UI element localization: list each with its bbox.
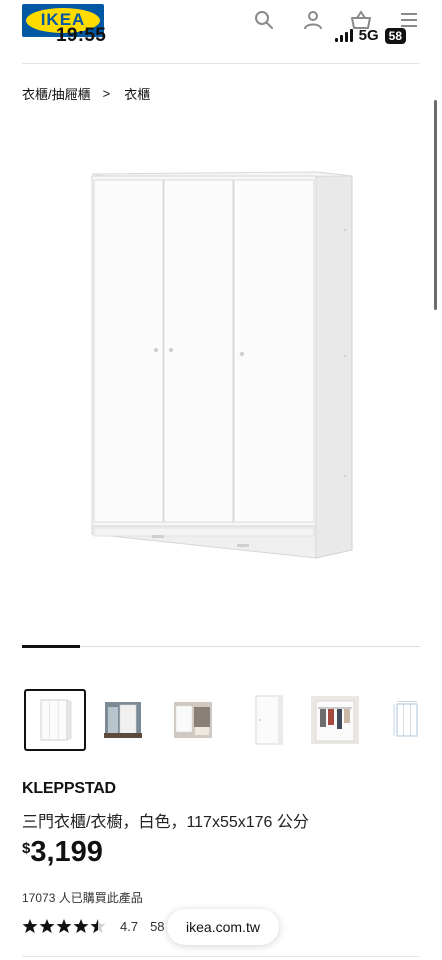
battery-icon: 58: [384, 27, 406, 44]
breadcrumb-separator: >: [102, 86, 111, 101]
rating-stars: [22, 918, 108, 934]
carousel-position-indicator[interactable]: [22, 645, 80, 648]
browser-url-bar[interactable]: ikea.com.tw: [167, 909, 279, 945]
product-name: KLEPPSTAD: [22, 780, 116, 797]
wardrobe-illustration: [91, 171, 353, 559]
purchase-count: 17073 人已購買此產品: [22, 891, 143, 905]
thumbnail-6[interactable]: [376, 689, 438, 751]
user-icon[interactable]: [301, 8, 325, 32]
page-scrollbar[interactable]: [434, 100, 437, 310]
network-label: 5G: [358, 27, 379, 44]
status-time: 19:55: [56, 25, 107, 46]
product-description: 三門衣櫃/衣櫥，白色，117x55x176 公分: [22, 814, 309, 831]
thumbnail-4[interactable]: [238, 689, 300, 751]
breadcrumb: 衣櫃/抽屜櫃 > 衣櫃: [22, 84, 150, 103]
header-divider: [22, 63, 420, 64]
star-icons: [22, 919, 106, 933]
price-currency: $: [22, 840, 31, 857]
product-main-image[interactable]: [22, 130, 420, 610]
breadcrumb-item-category[interactable]: 衣櫃/抽屜櫃: [22, 84, 91, 103]
rating-value: 4.7: [120, 918, 139, 934]
thumbnail-3[interactable]: [162, 689, 224, 751]
thumbnail-5[interactable]: [304, 689, 366, 751]
breadcrumb-item-subcategory[interactable]: 衣櫃: [124, 84, 150, 103]
product-price: $3,199: [22, 836, 103, 869]
thumbnail-2[interactable]: [92, 689, 154, 751]
search-icon[interactable]: [252, 8, 276, 32]
status-indicators: 5G 58: [334, 27, 406, 44]
product-rating[interactable]: 4.7 58: [22, 918, 165, 934]
url-text: ikea.com.tw: [186, 919, 260, 935]
thumbnail-1[interactable]: [24, 689, 86, 751]
thumbnail-strip: [22, 689, 442, 751]
price-amount: 3,199: [30, 836, 103, 868]
header: IKEA 19:55 5G 58: [0, 0, 442, 64]
rating-count: 58: [150, 918, 165, 934]
signal-icon: [334, 29, 353, 42]
bottom-divider: [22, 956, 420, 957]
carousel-track: [22, 646, 420, 647]
